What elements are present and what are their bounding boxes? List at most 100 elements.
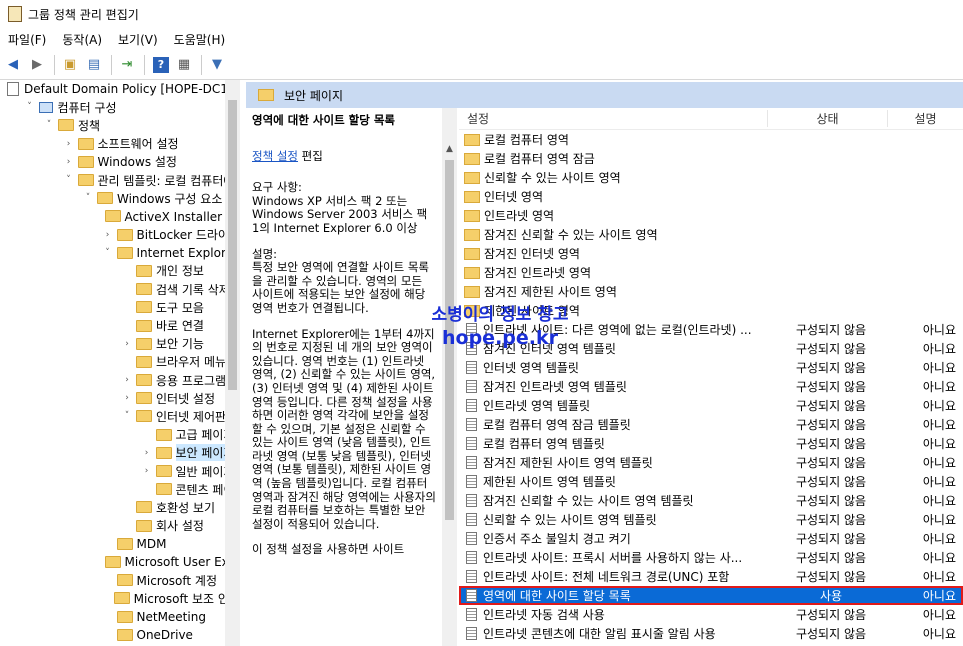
tree-scrollbar[interactable] [225,80,240,646]
tree-node[interactable]: 고급 페이지 [0,426,240,444]
chevron-right-icon[interactable]: › [141,466,153,476]
list-item[interactable]: 인트라넷 영역 [459,206,963,225]
tree-node[interactable]: 호환성 보기 [0,498,240,516]
list-item[interactable]: 잠겨진 인터넷 영역 [459,244,963,263]
menu-action[interactable]: 동작(A) [58,31,106,48]
chevron-down-icon[interactable]: ˅ [121,411,133,421]
tree-node[interactable]: NetMeeting [0,607,240,625]
tree-node[interactable]: › 보안 페이지 [0,444,240,462]
menu-view[interactable]: 보기(V) [114,31,162,48]
menu-file[interactable]: 파일(F) [4,31,50,48]
tree-node[interactable]: Default Domain Policy [HOPE-DC1.H [0,80,240,98]
tree-node[interactable]: 도구 모음 [0,298,240,316]
chevron-right-icon[interactable]: › [141,448,153,458]
tree-node[interactable]: ˅ 컴퓨터 구성 [0,98,240,116]
list-item[interactable]: 영역에 대한 사이트 할당 목록 사용 아니요 [459,586,963,605]
list-item[interactable]: 잠겨진 인트라넷 영역 [459,263,963,282]
column-header-state[interactable]: 상태 [767,110,887,127]
tree-node[interactable]: 개인 정보 [0,262,240,280]
chevron-right-icon[interactable]: › [63,139,75,149]
tree-node[interactable]: ˅ 정책 [0,116,240,134]
list-item[interactable]: 잠겨진 인트라넷 영역 템플릿 구성되지 않음 아니요 [459,377,963,396]
scroll-up-icon[interactable]: ▲ [442,144,457,158]
chevron-down-icon[interactable]: ˅ [82,193,94,203]
tree-node[interactable]: Microsoft User Expe [0,553,240,571]
list-item[interactable]: 잠겨진 제한된 사이트 영역 템플릿 구성되지 않음 아니요 [459,453,963,472]
forward-arrow-icon[interactable]: ▶ [26,54,48,76]
tree-node[interactable]: 바로 연결 [0,316,240,334]
tree-node[interactable]: › Windows 설정 [0,153,240,171]
tree-node[interactable]: 콘텐츠 페이 [0,480,240,498]
up-folder-icon[interactable]: ▣ [59,54,81,76]
tree-node[interactable]: ˅ 관리 템플릿: 로컬 컴퓨터에 [0,171,240,189]
tree-node[interactable]: Microsoft 보조 인증 [0,589,240,607]
edit-policy-link[interactable]: 정책 설정 [252,149,298,163]
list-item-state: 구성되지 않음 [795,323,867,337]
list-item-name: 잠겨진 인트라넷 영역 템플릿 [483,380,627,394]
policy-setting-icon [466,608,477,621]
filter-icon[interactable]: ▼ [206,54,228,76]
chevron-right-icon[interactable]: › [102,230,114,240]
tree-node[interactable]: › 일반 페이지 [0,462,240,480]
chevron-right-icon[interactable]: › [121,339,133,349]
column-header-comment[interactable]: 설명 [887,110,963,127]
tree-node[interactable]: ˅ Internet Explorer [0,244,240,262]
tree-node[interactable]: › 보안 기능 [0,335,240,353]
list-item[interactable]: 인트라넷 사이트: 프록시 서버를 사용하지 않는 사... 구성되지 않음 아니요 [459,548,963,567]
list-item[interactable]: 인트라넷 자동 검색 사용 구성되지 않음 아니요 [459,605,963,624]
back-arrow-icon[interactable]: ◀ [2,54,24,76]
toolbar-separator [54,54,55,75]
list-item[interactable]: 신뢰할 수 있는 사이트 영역 [459,168,963,187]
chevron-right-icon[interactable]: › [121,393,133,403]
list-item[interactable]: 인터넷 영역 [459,187,963,206]
list-item[interactable]: 제한된 사이트 영역 템플릿 구성되지 않음 아니요 [459,472,963,491]
list-item[interactable]: 로컬 컴퓨터 영역 잠금 템플릿 구성되지 않음 아니요 [459,415,963,434]
list-item[interactable]: 인터넷 영역 템플릿 구성되지 않음 아니요 [459,358,963,377]
tree-node[interactable]: 회사 설정 [0,517,240,535]
list-item[interactable]: 인트라넷 영역 템플릿 구성되지 않음 아니요 [459,396,963,415]
list-item[interactable]: 인증서 주소 불일치 경고 켜기 구성되지 않음 아니요 [459,529,963,548]
description-scrollbar[interactable]: ▲ [442,108,457,646]
tree-node[interactable]: MDM [0,535,240,553]
help-icon[interactable]: ? [153,56,169,73]
tree-node[interactable]: 검색 기록 삭제 [0,280,240,298]
list-item[interactable]: 로컬 컴퓨터 영역 [459,130,963,149]
list-item[interactable]: 잠겨진 신뢰할 수 있는 사이트 영역 템플릿 구성되지 않음 아니요 [459,491,963,510]
tree-scrollbar-thumb[interactable] [228,100,237,390]
show-hide-tree-icon[interactable]: ▤ [83,54,105,76]
tree-node[interactable]: › 응용 프로그램 3 [0,371,240,389]
list-item[interactable]: 로컬 컴퓨터 영역 잠금 [459,149,963,168]
tree-node[interactable]: › 소프트웨어 설정 [0,135,240,153]
chevron-down-icon[interactable]: ˅ [24,102,36,112]
list-item[interactable]: 잠겨진 인터넷 영역 템플릿 구성되지 않음 아니요 [459,339,963,358]
list-item[interactable]: 잠겨진 신뢰할 수 있는 사이트 영역 [459,225,963,244]
list-item[interactable]: 인트라넷 사이트: 전체 네트워크 경로(UNC) 포함 구성되지 않음 아니요 [459,567,963,586]
description-scrollbar-thumb[interactable] [445,160,454,520]
settings-list: 설정 상태 설명 로컬 컴퓨터 영역 로컬 컴퓨터 영역 잠금 신뢰할 수 있는 사… [459,108,963,646]
list-item[interactable]: 인트라넷 사이트: 다른 영역에 없는 로컬(인트라넷) ... 구성되지 않음 아… [459,320,963,339]
chevron-down-icon[interactable]: ˅ [63,175,75,185]
tree-node[interactable]: ˅ Windows 구성 요소 [0,189,240,207]
folder-icon [136,410,152,423]
chevron-down-icon[interactable]: ˅ [102,248,114,258]
list-item[interactable]: 잠겨진 제한된 사이트 영역 [459,282,963,301]
list-item[interactable]: 제한된 사이트 영역 [459,301,963,320]
list-item-name: 잠겨진 인터넷 영역 [484,247,580,261]
tree-node[interactable]: ˅ 인터넷 제어판 [0,407,240,425]
list-item[interactable]: 신뢰할 수 있는 사이트 영역 템플릿 구성되지 않음 아니요 [459,510,963,529]
column-header-setting[interactable]: 설정 [459,110,767,127]
tree-node[interactable]: Microsoft 계정 [0,571,240,589]
menu-help[interactable]: 도움말(H) [170,31,230,48]
chevron-down-icon[interactable]: ˅ [43,120,55,130]
properties-icon[interactable]: ▦ [173,54,195,76]
tree-node[interactable]: 브라우저 메뉴 [0,353,240,371]
list-item[interactable]: 로컬 컴퓨터 영역 템플릿 구성되지 않음 아니요 [459,434,963,453]
tree-node[interactable]: ActiveX Installer 서비 [0,207,240,225]
tree-node[interactable]: › 인터넷 설정 [0,389,240,407]
export-list-icon[interactable]: ⇥ [116,54,138,76]
list-item[interactable]: 인트라넷 콘텐츠에 대한 알림 표시줄 알림 사용 구성되지 않음 아니요 [459,624,963,643]
tree-node[interactable]: OneDrive [0,626,240,644]
tree-node[interactable]: › BitLocker 드라이브 [0,226,240,244]
chevron-right-icon[interactable]: › [121,375,133,385]
chevron-right-icon[interactable]: › [63,157,75,167]
